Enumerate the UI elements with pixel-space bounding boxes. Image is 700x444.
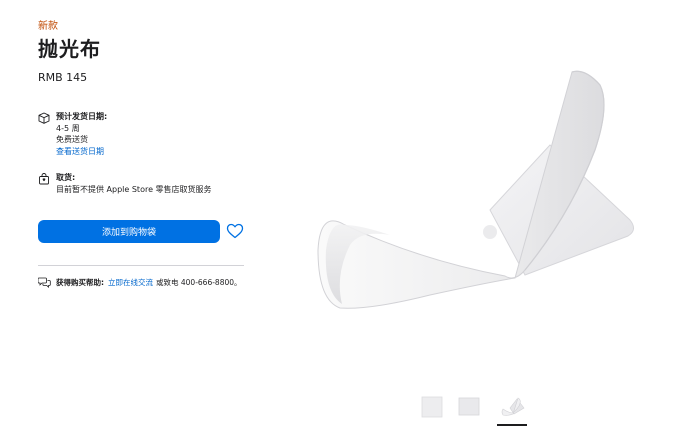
divider bbox=[38, 265, 244, 266]
pickup-heading: 取货: bbox=[56, 173, 76, 182]
heart-icon[interactable] bbox=[225, 221, 245, 241]
store-bag-icon bbox=[39, 173, 49, 185]
help-label: 获得购买帮助: bbox=[56, 277, 104, 287]
thumbnail-selected-indicator bbox=[497, 424, 527, 426]
product-title: 抛光布 bbox=[38, 37, 101, 61]
new-badge: 新款 bbox=[38, 21, 58, 32]
purchase-help: 获得购买帮助: 立即在线交流 或致电 400-666-8800。 bbox=[38, 276, 242, 288]
help-phone: 或致电 400-666-8800。 bbox=[156, 277, 242, 287]
add-to-bag-button[interactable]: 添加到购物袋 bbox=[38, 220, 220, 243]
product-price: RMB 145 bbox=[38, 71, 88, 84]
pickup-info: 取货: 目前暂不提供 Apple Store 零售店取货服务 bbox=[38, 172, 212, 195]
delivery-shipping: 免费送货 bbox=[56, 135, 88, 144]
thumbnail-1[interactable] bbox=[421, 396, 443, 418]
thumbnail-3[interactable] bbox=[500, 396, 526, 418]
product-image bbox=[317, 70, 634, 309]
chat-bubbles-icon bbox=[38, 277, 51, 288]
box-icon bbox=[38, 112, 50, 124]
delivery-info: 预计发货日期: 4-5 周 免费送货 查看送货日期 bbox=[38, 111, 107, 157]
thumbnail-2[interactable] bbox=[458, 396, 480, 418]
delivery-estimate: 4-5 周 bbox=[56, 123, 80, 133]
pickup-status: 目前暂不提供 Apple Store 零售店取货服务 bbox=[56, 184, 212, 194]
chat-now-link[interactable]: 立即在线交流 bbox=[108, 277, 153, 288]
delivery-heading: 预计发货日期: bbox=[56, 112, 108, 121]
view-delivery-dates-link[interactable]: 查看送货日期 bbox=[56, 146, 107, 158]
